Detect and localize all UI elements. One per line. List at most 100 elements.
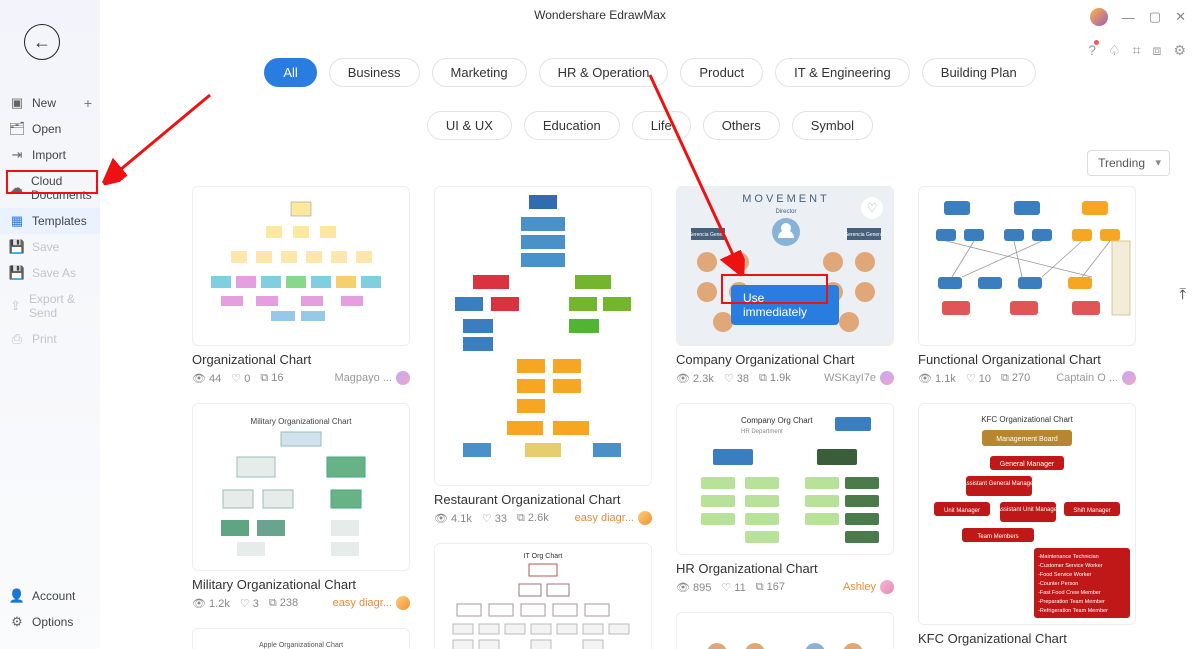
views: 👁 1.2k <box>192 597 230 610</box>
category-uiux[interactable]: UI & UX <box>427 111 512 140</box>
template-title: Organizational Chart <box>192 352 410 367</box>
sidebar-item-saveas: 💾 Save As <box>0 260 100 286</box>
sidebar-item-label: Export & Send <box>29 292 90 320</box>
shop-icon[interactable]: ⧈ <box>1153 42 1162 59</box>
likes: ♡ 0 <box>231 372 250 385</box>
thumb-restaurant <box>443 191 643 481</box>
close-icon[interactable]: ✕ <box>1175 9 1186 25</box>
copies: ⧉ 16 <box>260 372 283 385</box>
sidebar-item-print: ⎙ Print <box>0 326 100 352</box>
template-title: KFC Organizational Chart <box>918 631 1136 646</box>
svg-text:Shift Manager: Shift Manager <box>1073 508 1110 514</box>
user-avatar[interactable] <box>1090 8 1108 26</box>
help-icon[interactable]: ? <box>1088 42 1096 59</box>
sidebar-item-open[interactable]: 🗂 Open <box>0 116 100 142</box>
category-business[interactable]: Business <box>329 58 420 87</box>
category-hr[interactable]: HR & Operation <box>539 58 669 87</box>
sidebar-item-account[interactable]: 👤 Account <box>0 583 100 609</box>
template-title: HR Organizational Chart <box>676 561 894 576</box>
svg-text:Unit Manager: Unit Manager <box>944 508 980 514</box>
export-icon: ⇪ <box>10 299 21 313</box>
template-card[interactable]: Functional Organizational Chart 👁 1.1k ♡… <box>918 186 1136 385</box>
author: WSKayI7e <box>824 371 894 385</box>
sidebar-item-options[interactable]: ⚙ Options <box>0 609 100 635</box>
template-card[interactable]: Restaurant Organizational Chart 👁 4.1k ♡… <box>434 186 652 525</box>
sidebar-item-cloud[interactable]: ☁ Cloud Documents <box>0 168 100 208</box>
sort-select[interactable]: Trending <box>1087 150 1170 176</box>
template-card[interactable]: Company Org Chart HR Department HR Organ… <box>676 403 894 594</box>
bell-icon[interactable]: ♤ <box>1108 42 1121 59</box>
thumb-kfc: KFC Organizational Chart Management Boar… <box>922 408 1132 620</box>
sidebar-item-import[interactable]: ⇥ Import <box>0 142 100 168</box>
template-title: Company Organizational Chart <box>676 352 894 367</box>
favorite-icon[interactable]: ♡ <box>861 197 883 219</box>
category-it[interactable]: IT & Engineering <box>775 58 910 87</box>
likes: ♡ 10 <box>966 372 991 385</box>
template-card[interactable]: Apple Organizational Chart <box>192 628 410 649</box>
gear-icon[interactable]: ⚙ <box>1173 42 1186 59</box>
svg-text:-Maintenance Technician: -Maintenance Technician <box>1038 554 1099 560</box>
thumb-apple: Apple Organizational Chart <box>221 637 381 649</box>
category-product[interactable]: Product <box>680 58 763 87</box>
svg-text:Gerencia General: Gerencia General <box>844 232 883 238</box>
template-card[interactable]: Organizational Chart 👁 44 ♡ 0 ⧉ 16 Magpa… <box>192 186 410 385</box>
views: 👁 895 <box>676 581 711 594</box>
sidebar-item-label: Account <box>32 589 75 603</box>
views: 👁 4.1k <box>434 512 472 525</box>
author: Ashley <box>843 580 894 594</box>
author: Magpayo ... <box>335 371 410 385</box>
category-all[interactable]: All <box>264 58 316 87</box>
template-card[interactable]: IT Org Chart <box>434 543 652 649</box>
user-icon: 👤 <box>10 589 24 603</box>
svg-text:-Food Service Worker: -Food Service Worker <box>1038 572 1092 578</box>
views: 👁 44 <box>192 372 221 385</box>
app-title: Wondershare EdrawMax <box>534 8 666 22</box>
svg-text:Apple Organizational Chart: Apple Organizational Chart <box>259 642 343 649</box>
plus-icon[interactable]: + <box>84 95 92 111</box>
svg-text:-Preparation Team Member: -Preparation Team Member <box>1038 599 1105 605</box>
author: easy diagr... <box>575 511 652 525</box>
template-card[interactable]: Military Organizational Chart Military O… <box>192 403 410 610</box>
folder-icon: 🗂 <box>10 122 24 136</box>
use-immediately-button[interactable]: Use immediately <box>731 285 839 325</box>
gear-icon: ⚙ <box>10 615 24 629</box>
toolbar-icons: ? ♤ ⌗ ⧈ ⚙ <box>1088 42 1186 59</box>
copies: ⧉ 167 <box>756 581 785 594</box>
category-building[interactable]: Building Plan <box>922 58 1036 87</box>
sidebar-item-label: Templates <box>32 214 87 228</box>
views: 👁 1.1k <box>918 372 956 385</box>
thumb-org-chart <box>201 196 401 336</box>
thumb-military: Military Organizational Chart <box>201 412 401 562</box>
svg-text:HR Department: HR Department <box>741 429 783 435</box>
category-marketing[interactable]: Marketing <box>432 58 527 87</box>
copies: ⧉ 1.9k <box>759 372 791 385</box>
svg-text:KFC Organizational Chart: KFC Organizational Chart <box>981 415 1073 424</box>
sidebar-item-new[interactable]: ▣ New + <box>0 90 100 116</box>
saveas-icon: 💾 <box>10 266 24 280</box>
category-life[interactable]: Life <box>632 111 691 140</box>
category-others[interactable]: Others <box>703 111 780 140</box>
thumb-hr: Company Org Chart HR Department <box>685 409 885 549</box>
template-card[interactable]: KFC Organizational Chart Management Boar… <box>918 403 1136 649</box>
category-symbol[interactable]: Symbol <box>792 111 873 140</box>
template-card[interactable] <box>676 612 894 649</box>
maximize-icon[interactable]: ▢ <box>1149 9 1161 25</box>
template-card[interactable]: ♡ MOVEMENT Director Gerencia General Ger… <box>676 186 894 385</box>
sidebar-item-label: New <box>32 96 56 110</box>
sidebar-item-templates[interactable]: ▦ Templates <box>0 208 100 234</box>
print-icon: ⎙ <box>10 332 24 346</box>
category-bar: All Business Marketing HR & Operation Pr… <box>100 58 1200 140</box>
author: Captain O ... <box>1056 371 1136 385</box>
sort-label: Trending <box>1098 156 1145 170</box>
views: 👁 2.3k <box>676 372 714 385</box>
grid-icon[interactable]: ⌗ <box>1133 42 1141 59</box>
titlebar: Wondershare EdrawMax — ▢ ✕ <box>0 0 1200 30</box>
svg-text:-Counter Person: -Counter Person <box>1038 581 1078 587</box>
category-education[interactable]: Education <box>524 111 620 140</box>
svg-text:Team Members: Team Members <box>977 534 1018 540</box>
svg-text:Director: Director <box>775 209 796 215</box>
cloud-icon: ☁ <box>10 181 23 195</box>
sidebar-item-label: Print <box>32 332 57 346</box>
likes: ♡ 11 <box>721 581 745 594</box>
minimize-icon[interactable]: — <box>1122 10 1135 25</box>
